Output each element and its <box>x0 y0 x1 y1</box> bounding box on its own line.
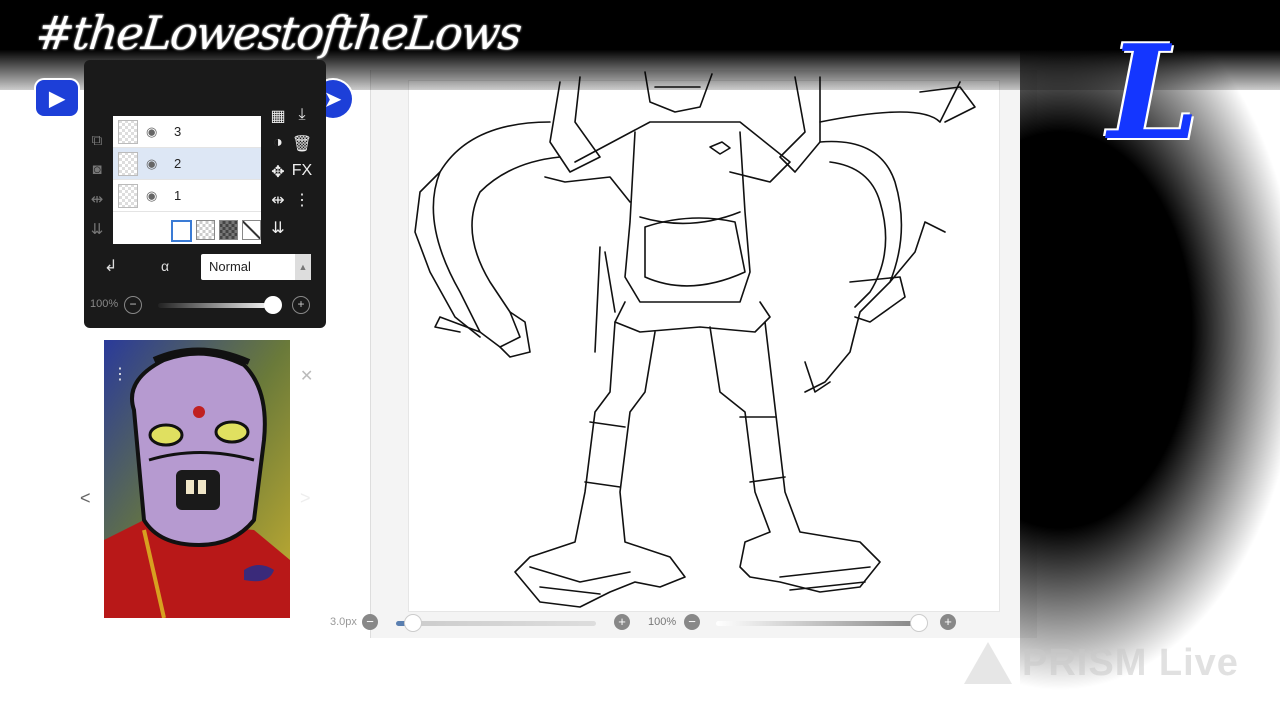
brush-opacity-increase-button[interactable]: + <box>940 614 956 630</box>
eye-icon[interactable]: ◉ <box>146 188 162 204</box>
blend-mode-select[interactable]: Normal ▲ <box>201 254 311 280</box>
mask-icon[interactable]: ◑ <box>266 134 290 154</box>
checker-icon[interactable]: ▦ <box>266 106 290 126</box>
brush-opacity-decrease-button[interactable]: − <box>684 614 700 630</box>
trash-icon[interactable]: 🗑 <box>290 134 314 154</box>
brush-opacity-label: 100% <box>648 616 677 628</box>
dark-background-swatch[interactable] <box>219 220 238 240</box>
layer-side-tools: ⧉ ◙ ⇹ ⇊ <box>86 132 108 238</box>
opacity-increase-button[interactable]: + <box>292 296 310 314</box>
youtube-icon[interactable]: ▶ <box>36 80 78 116</box>
alpha-lock-icon[interactable]: α <box>161 258 169 274</box>
merge-icon[interactable]: ⇊ <box>86 220 108 238</box>
opacity-control: 100% − + <box>88 295 318 315</box>
opacity-label: 100% <box>90 298 119 310</box>
watermark: PRISM Live <box>1022 642 1239 684</box>
layer-row-3[interactable]: ◉ 3 <box>113 116 261 148</box>
layer-background-swatches <box>113 212 261 242</box>
opacity-slider[interactable] <box>158 303 266 308</box>
layer-label: 2 <box>174 156 182 171</box>
chevron-right-icon[interactable]: > <box>300 488 311 509</box>
stream-title: #theLowestoftheLows <box>33 6 523 60</box>
layer-thumbnail <box>118 151 138 176</box>
download-icon[interactable]: ⤓ <box>290 106 314 126</box>
layer-thumbnail <box>118 119 138 144</box>
white-background-swatch[interactable] <box>171 220 192 242</box>
transparent-background-swatch[interactable] <box>196 220 215 240</box>
brand-logo: L <box>1108 16 1200 169</box>
layer-label: 1 <box>174 188 182 203</box>
camera-icon[interactable]: ◙ <box>86 161 108 178</box>
layer-label: 3 <box>174 124 182 139</box>
flip-icon[interactable]: ⇹ <box>86 190 108 208</box>
layer-list: ◉ 3 ◉ 2 ◉ 1 <box>113 116 261 244</box>
move-icon[interactable]: ✥ <box>266 162 290 182</box>
opacity-slider-handle[interactable] <box>264 296 282 314</box>
eye-icon[interactable]: ◉ <box>146 124 162 140</box>
more-vertical-icon[interactable]: ⋮ <box>112 364 128 384</box>
brush-size-slider[interactable] <box>396 621 596 626</box>
brush-size-decrease-button[interactable]: − <box>362 614 378 630</box>
brush-opacity-slider[interactable] <box>716 621 914 626</box>
layer-right-tools: ▦ ⤓ ◑ 🗑 ✥ FX ⇹ ⋮ ⇊ <box>266 106 314 238</box>
chevron-down-icon: ▲ <box>295 254 311 280</box>
flip-horizontal-icon[interactable]: ⇹ <box>266 190 290 210</box>
opacity-decrease-button[interactable]: − <box>124 296 142 314</box>
merge-down-icon[interactable]: ⇊ <box>266 218 290 238</box>
no-background-swatch[interactable] <box>242 220 261 240</box>
more-vertical-icon[interactable]: ⋮ <box>290 190 314 210</box>
layer-row-2[interactable]: ◉ 2 <box>113 148 261 180</box>
brush-size-label: 3.0px <box>330 616 357 628</box>
fx-button[interactable]: FX <box>290 162 314 182</box>
reference-image <box>104 340 290 618</box>
eye-icon[interactable]: ◉ <box>146 156 162 172</box>
layer-row-1[interactable]: ◉ 1 <box>113 180 261 212</box>
brush-opacity-slider-handle[interactable] <box>910 614 928 632</box>
brush-size-slider-handle[interactable] <box>404 614 422 632</box>
brush-bar: 3.0px − + 100% − + <box>330 612 960 634</box>
copy-layer-icon[interactable]: ⧉ <box>86 132 108 149</box>
chevron-left-icon[interactable]: < <box>80 488 91 509</box>
robot-sketch <box>414 71 976 608</box>
brush-size-increase-button[interactable]: + <box>614 614 630 630</box>
layer-thumbnail <box>118 183 138 208</box>
blend-mode-value: Normal <box>209 259 251 274</box>
clipping-icon[interactable]: ↲ <box>104 256 117 276</box>
close-icon[interactable]: ✕ <box>300 366 313 386</box>
prism-logo-icon <box>964 642 1012 684</box>
